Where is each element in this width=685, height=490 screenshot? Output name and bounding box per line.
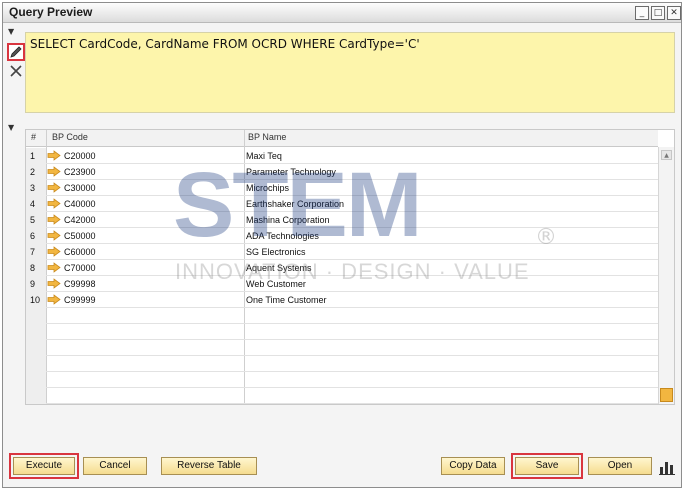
bp-code-cell: C70000 xyxy=(64,263,96,273)
table-row[interactable]: 4 C40000 Earthshaker Corporation xyxy=(26,196,658,212)
pencil-icon[interactable] xyxy=(7,43,25,61)
row-number xyxy=(26,324,46,340)
table-row[interactable]: 1 C20000 Maxi Teq xyxy=(26,148,658,164)
vertical-scrollbar[interactable]: ▲ xyxy=(658,147,674,404)
maximize-button[interactable]: □ xyxy=(651,6,665,20)
scroll-down-button[interactable] xyxy=(660,388,673,402)
row-number: 1 xyxy=(26,148,46,164)
chart-icon[interactable] xyxy=(659,459,675,475)
bp-name-cell: Microchips xyxy=(246,183,290,193)
table-row[interactable] xyxy=(26,308,658,324)
link-arrow-icon[interactable] xyxy=(47,294,61,305)
window-title: Query Preview xyxy=(9,5,93,19)
bp-code-cell: C42000 xyxy=(64,215,96,225)
link-arrow-icon[interactable] xyxy=(47,214,61,225)
bp-name-cell: Mashina Corporation xyxy=(246,215,330,225)
table-row[interactable]: 3 C30000 Microchips xyxy=(26,180,658,196)
link-arrow-icon[interactable] xyxy=(47,246,61,257)
table-row[interactable]: 2 C23900 Parameter Technology xyxy=(26,164,658,180)
grid-header: # BP Code BP Name xyxy=(26,130,658,147)
row-number xyxy=(26,388,46,404)
row-number xyxy=(26,356,46,372)
row-number xyxy=(26,340,46,356)
bp-name-cell: Aquent Systems xyxy=(246,263,312,273)
open-button[interactable]: Open xyxy=(588,457,652,475)
bp-code-cell: C50000 xyxy=(64,231,96,241)
row-number xyxy=(26,372,46,388)
table-row[interactable] xyxy=(26,356,658,372)
bp-name-cell: Earthshaker Corporation xyxy=(246,199,345,209)
bp-name-cell: SG Electronics xyxy=(246,247,306,257)
bp-code-cell: C40000 xyxy=(64,199,96,209)
query-text-area[interactable]: SELECT CardCode, CardName FROM OCRD WHER… xyxy=(25,32,675,113)
row-number: 6 xyxy=(26,228,46,244)
link-arrow-icon[interactable] xyxy=(47,230,61,241)
link-arrow-icon[interactable] xyxy=(47,182,61,193)
bp-code-cell: C99999 xyxy=(64,295,96,305)
scroll-up-icon[interactable]: ▲ xyxy=(661,150,672,160)
row-number: 4 xyxy=(26,196,46,212)
header-row-number: # xyxy=(31,132,37,142)
bp-name-cell: Parameter Technology xyxy=(246,167,336,177)
table-row[interactable] xyxy=(26,324,658,340)
bp-code-cell: C99998 xyxy=(64,279,96,289)
row-number: 3 xyxy=(26,180,46,196)
title-bar: Query Preview _ □ ✕ xyxy=(3,3,681,23)
tools-icon[interactable] xyxy=(7,64,25,82)
row-number: 2 xyxy=(26,164,46,180)
link-arrow-icon[interactable] xyxy=(47,166,61,177)
table-row[interactable]: 10 C99999 One Time Customer xyxy=(26,292,658,308)
table-row[interactable]: 8 C70000 Aquent Systems xyxy=(26,260,658,276)
minimize-button[interactable]: _ xyxy=(635,6,649,20)
save-button[interactable]: Save xyxy=(511,453,583,479)
row-number: 7 xyxy=(26,244,46,260)
table-row[interactable]: 7 C60000 SG Electronics xyxy=(26,244,658,260)
header-bp-code[interactable]: BP Code xyxy=(52,132,88,142)
table-row[interactable]: 9 C99998 Web Customer xyxy=(26,276,658,292)
grid-collapse-arrow-icon[interactable]: ▼ xyxy=(8,123,14,132)
bp-name-cell: Web Customer xyxy=(246,279,306,289)
row-number: 9 xyxy=(26,276,46,292)
cancel-button[interactable]: Cancel xyxy=(83,457,147,475)
table-row[interactable] xyxy=(26,340,658,356)
bp-name-cell: Maxi Teq xyxy=(246,151,282,161)
reverse-table-button[interactable]: Reverse Table xyxy=(161,457,257,475)
bp-code-cell: C60000 xyxy=(64,247,96,257)
close-button[interactable]: ✕ xyxy=(667,6,681,20)
table-row[interactable]: 6 C50000 ADA Technologies xyxy=(26,228,658,244)
results-grid: # BP Code BP Name 1 C20000 Maxi Teq 2 C23900… xyxy=(25,129,675,405)
collapse-arrow-icon[interactable]: ▼ xyxy=(8,27,14,36)
row-number: 5 xyxy=(26,212,46,228)
row-number: 8 xyxy=(26,260,46,276)
bp-name-cell: One Time Customer xyxy=(246,295,327,305)
header-bp-name[interactable]: BP Name xyxy=(248,132,286,142)
link-arrow-icon[interactable] xyxy=(47,150,61,161)
link-arrow-icon[interactable] xyxy=(47,262,61,273)
row-number xyxy=(26,308,46,324)
link-arrow-icon[interactable] xyxy=(47,278,61,289)
bp-code-cell: C20000 xyxy=(64,151,96,161)
bp-code-cell: C23900 xyxy=(64,167,96,177)
query-preview-window: Query Preview _ □ ✕ ▼ ▼ SELECT CardCode,… xyxy=(2,2,682,488)
table-row[interactable] xyxy=(26,388,658,404)
bp-name-cell: ADA Technologies xyxy=(246,231,319,241)
table-row[interactable] xyxy=(26,372,658,388)
table-row[interactable]: 5 C42000 Mashina Corporation xyxy=(26,212,658,228)
link-arrow-icon[interactable] xyxy=(47,198,61,209)
bp-code-cell: C30000 xyxy=(64,183,96,193)
row-number: 10 xyxy=(26,292,46,308)
copy-data-button[interactable]: Copy Data xyxy=(441,457,505,475)
execute-button[interactable]: Execute xyxy=(9,453,79,479)
